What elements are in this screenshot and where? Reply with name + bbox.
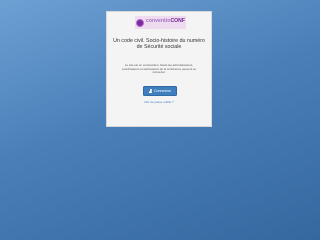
conference-logo: conventioCONF ... <box>135 16 186 29</box>
forgot-password-link[interactable]: Mot de passe oublié ? <box>107 100 211 104</box>
logo-mark-icon <box>135 18 144 27</box>
conference-title: Un code civil. Socio-histoire du numéro … <box>113 38 205 51</box>
logo-brand-part2: CONF <box>170 17 186 24</box>
login-button-label: Connexion <box>153 89 172 93</box>
login-card: conventioCONF ... Un code civil. Socio-h… <box>106 11 212 127</box>
logo-brand-part1: conventio <box>145 17 171 24</box>
login-button[interactable]: Connexion <box>143 86 177 96</box>
construction-notice: Le site est en construction. Seuls les a… <box>121 63 197 75</box>
user-icon <box>148 89 153 93</box>
logo-tagline: ... <box>145 24 148 27</box>
